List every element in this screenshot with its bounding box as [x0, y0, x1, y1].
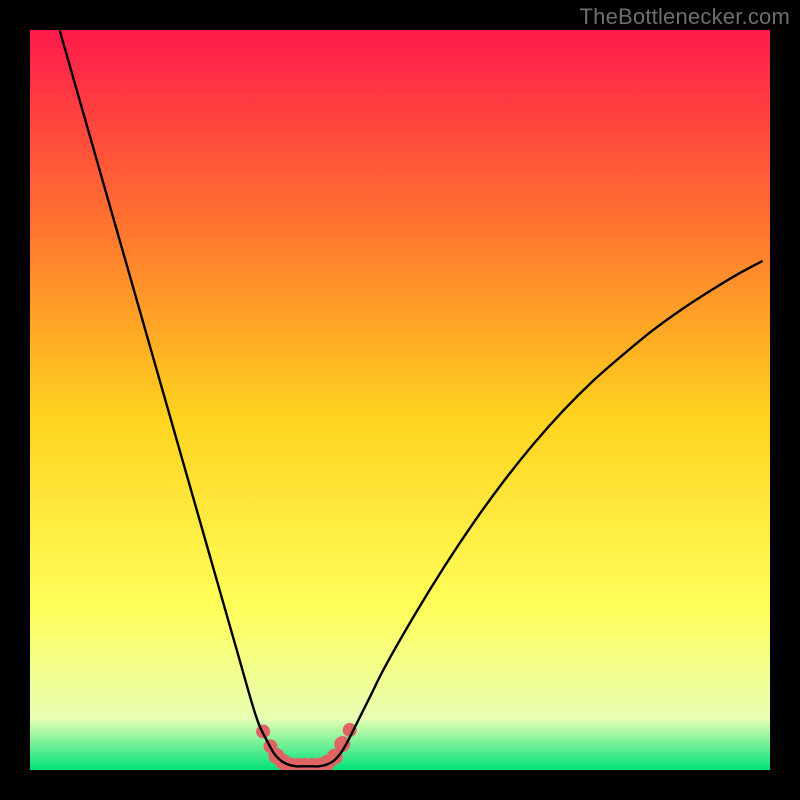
gradient-background	[30, 30, 770, 770]
chart-svg	[30, 30, 770, 770]
attribution-text: TheBottlenecker.com	[580, 4, 790, 30]
chart-frame: TheBottlenecker.com	[0, 0, 800, 800]
plot-area	[30, 30, 770, 770]
